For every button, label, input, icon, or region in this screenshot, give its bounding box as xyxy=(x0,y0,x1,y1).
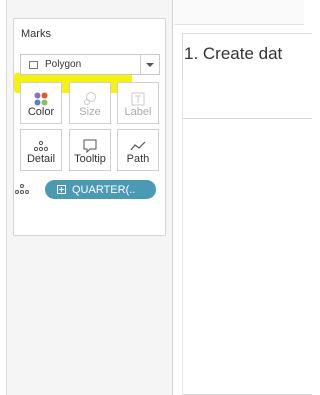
view-top-band xyxy=(174,0,304,25)
detail-dots-icon xyxy=(15,184,29,194)
quarter-pill[interactable]: QUARTER(.. xyxy=(45,180,156,199)
mark-type-selected[interactable]: Polygon xyxy=(20,54,160,75)
label-label: Label xyxy=(124,106,152,118)
polygon-icon xyxy=(29,60,38,69)
size-label: Size xyxy=(79,106,101,118)
marks-card: Marks Polygon Color Size Label Detail To… xyxy=(13,18,166,236)
worksheet-canvas[interactable] xyxy=(182,33,312,395)
color-icon xyxy=(34,92,48,106)
view-area: 1. Create dat xyxy=(174,0,312,395)
expand-plus-icon[interactable] xyxy=(57,185,66,194)
sheet-divider xyxy=(182,118,312,119)
path-icon xyxy=(130,141,146,151)
tooltip-label: Tooltip xyxy=(74,153,106,165)
size-button[interactable]: Size xyxy=(69,82,111,124)
color-button[interactable]: Color xyxy=(20,82,62,124)
left-panel: Marks Polygon Color Size Label Detail To… xyxy=(0,0,173,395)
panel-edge xyxy=(0,0,7,395)
path-button[interactable]: Path xyxy=(117,129,159,171)
size-icon xyxy=(84,92,96,105)
color-label: Color xyxy=(27,106,55,118)
tooltip-button[interactable]: Tooltip xyxy=(69,129,111,171)
mark-type-label: Polygon xyxy=(45,59,82,70)
quarter-pill-label: QUARTER(.. xyxy=(72,183,136,196)
detail-icon xyxy=(33,140,49,152)
marks-title: Marks xyxy=(21,28,51,40)
detail-button[interactable]: Detail xyxy=(20,129,62,171)
path-label: Path xyxy=(126,153,150,165)
tooltip-icon xyxy=(83,139,97,154)
sheet-title[interactable]: 1. Create dat xyxy=(184,44,282,64)
label-button[interactable]: Label xyxy=(117,82,159,124)
label-icon xyxy=(131,92,145,106)
detail-label: Detail xyxy=(26,153,56,165)
sheet-axis-line xyxy=(182,80,183,395)
